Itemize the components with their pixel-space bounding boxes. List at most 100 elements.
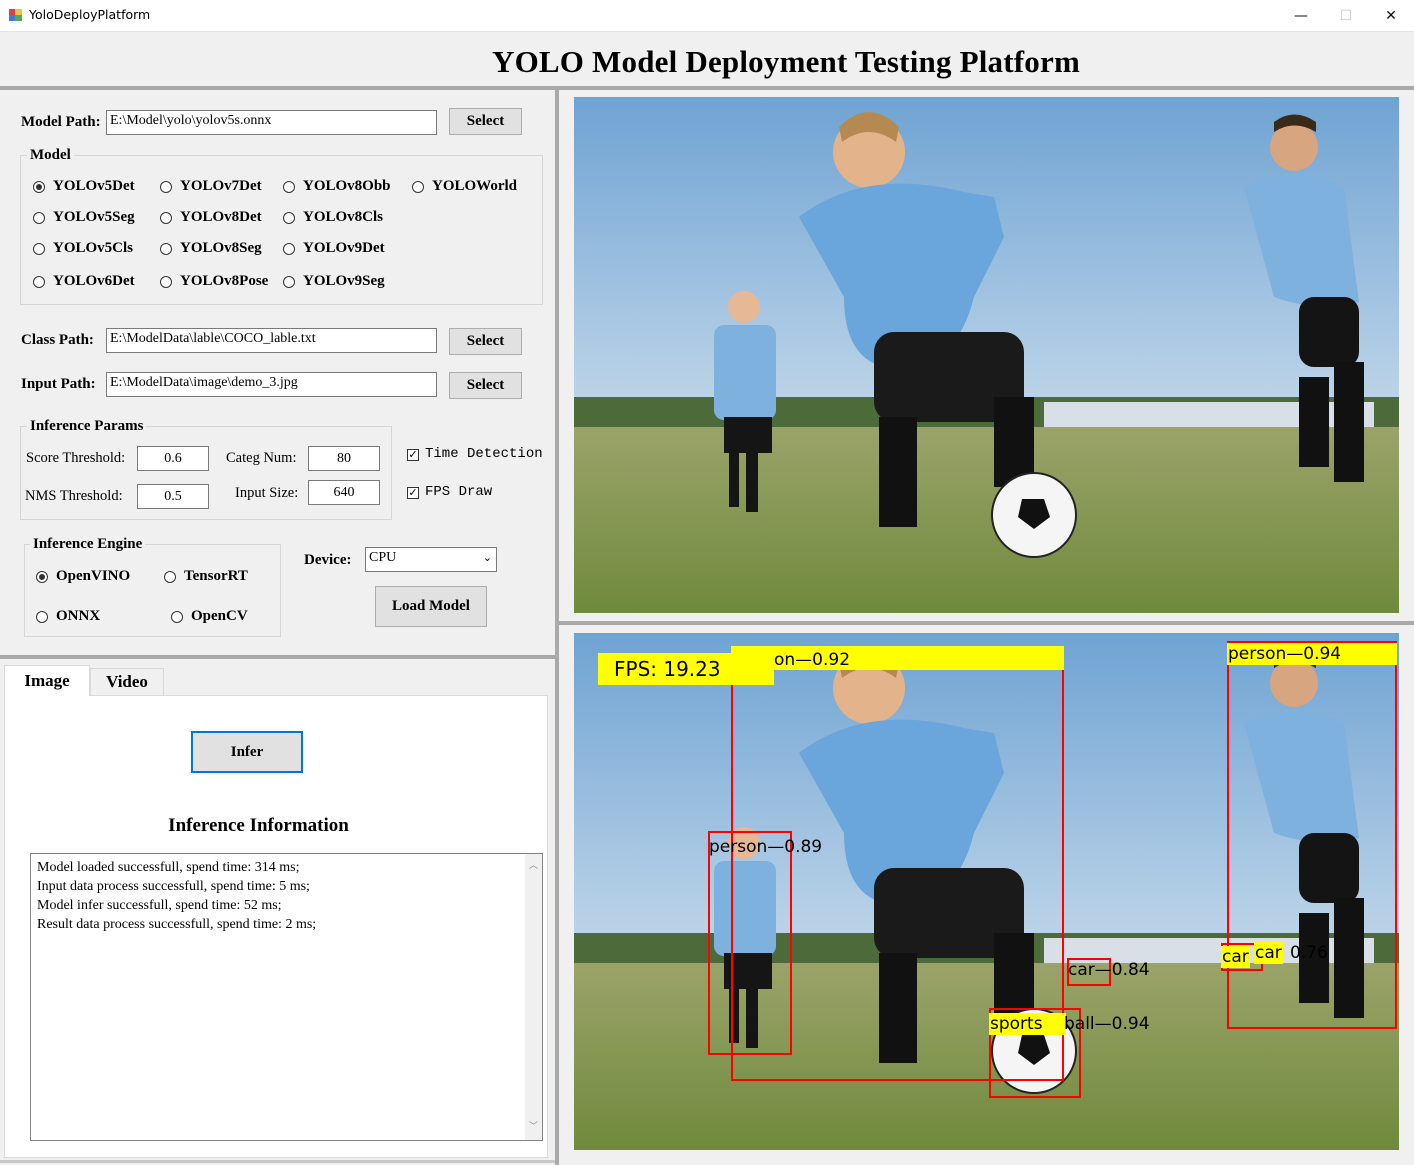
detection-label-sports: sports	[989, 1013, 1066, 1035]
time-detection-label: Time Detection	[425, 446, 543, 462]
engine-radio-label-onnx[interactable]: ONNX	[56, 608, 100, 625]
radio-yoloworld[interactable]	[412, 181, 424, 193]
engine-radio-opencv[interactable]	[171, 611, 183, 623]
log-line: Result data process successfull, spend t…	[37, 917, 317, 932]
detection-label-car-1: car—0.84	[1068, 960, 1150, 980]
input-path-input[interactable]: E:\ModelData\image\demo_3.jpg	[106, 372, 437, 397]
nms-threshold-input[interactable]: 0.5	[137, 484, 209, 509]
model-path-label: Model Path:	[21, 114, 101, 130]
window-title: YoloDeployPlatform	[29, 7, 151, 22]
radio-yolov9seg[interactable]	[283, 276, 295, 288]
fps-draw-label: FPS Draw	[425, 484, 493, 500]
radio-label-yolov9det[interactable]: YOLOv9Det	[303, 240, 385, 257]
load-model-button[interactable]: Load Model	[375, 586, 487, 627]
maximize-button[interactable]: ☐	[1323, 0, 1369, 31]
input-size-label: Input Size:	[235, 485, 299, 501]
radio-label-yolov5det[interactable]: YOLOv5Det	[53, 178, 135, 195]
minimize-button[interactable]: —	[1278, 0, 1324, 31]
model-path-input[interactable]: E:\Model\yolo\yolov5s.onnx	[106, 110, 437, 135]
radio-yolov8pose[interactable]	[160, 276, 172, 288]
nms-threshold-label: NMS Threshold:	[25, 488, 123, 504]
radio-yolov7det[interactable]	[160, 181, 172, 193]
bottom-edge	[0, 1160, 555, 1163]
scroll-up-icon[interactable]: ︿	[529, 857, 538, 876]
detection-label-car-2: car	[1221, 946, 1250, 968]
model-path-select-button[interactable]: Select	[449, 108, 522, 135]
engine-radio-label-openvino[interactable]: OpenVINO	[56, 568, 130, 585]
class-path-select-button[interactable]: Select	[449, 328, 522, 355]
radio-label-yolov8obb[interactable]: YOLOv8Obb	[303, 178, 391, 195]
radio-label-yolov8seg[interactable]: YOLOv8Seg	[180, 240, 262, 257]
inference-engine-title: Inference Engine	[30, 536, 146, 553]
tab-video[interactable]: Video	[90, 668, 164, 695]
left-splitter[interactable]	[0, 655, 555, 659]
inference-info-title: Inference Information	[168, 815, 349, 836]
window-title-bar: YoloDeployPlatform — ☐ ✕	[0, 0, 1414, 32]
input-path-label: Input Path:	[21, 376, 96, 392]
engine-radio-label-opencv[interactable]: OpenCV	[191, 608, 248, 625]
log-line: Model infer successfull, spend time: 52 …	[37, 898, 282, 913]
fps-draw-checkbox[interactable]: ✓	[407, 487, 419, 499]
radio-label-yolov6det[interactable]: YOLOv6Det	[53, 273, 135, 290]
log-scrollbar[interactable]: ︿ ﹀	[525, 854, 542, 1140]
radio-label-yolov5cls[interactable]: YOLOv5Cls	[53, 240, 133, 257]
radio-yolov8obb[interactable]	[283, 181, 295, 193]
engine-radio-onnx[interactable]	[36, 611, 48, 623]
detection-box-person-3	[708, 831, 792, 1055]
inference-log[interactable]: Model loaded successfull, spend time: 31…	[30, 853, 543, 1141]
log-line: Model loaded successfull, spend time: 31…	[37, 860, 300, 875]
detection-label-car-score: 0.76	[1290, 943, 1328, 963]
radio-yolov8det[interactable]	[160, 212, 172, 224]
score-threshold-label: Score Threshold:	[26, 450, 126, 466]
input-path-select-button[interactable]: Select	[449, 372, 522, 399]
device-select[interactable]: CPU ⌄	[365, 547, 497, 572]
engine-radio-label-tensorrt[interactable]: TensorRT	[184, 568, 248, 585]
page-title: YOLO Model Deployment Testing Platform	[492, 44, 1080, 79]
infer-button[interactable]: Infer	[191, 731, 303, 773]
detection-label-ball: ball—0.94	[1064, 1014, 1150, 1034]
inference-params-title: Inference Params	[27, 418, 147, 435]
model-group-title: Model	[27, 147, 74, 164]
radio-label-yolov8pose[interactable]: YOLOv8Pose	[180, 273, 268, 290]
radio-label-yolov5seg[interactable]: YOLOv5Seg	[53, 209, 135, 226]
scroll-down-icon[interactable]: ﹀	[529, 1118, 538, 1137]
detection-label-person-2: person—0.94	[1227, 643, 1397, 665]
radio-yolov5det[interactable]	[33, 181, 45, 193]
header-divider	[0, 86, 1414, 90]
radio-label-yolov8det[interactable]: YOLOv8Det	[180, 209, 262, 226]
device-value: CPU	[369, 550, 397, 565]
score-threshold-input[interactable]: 0.6	[137, 446, 209, 471]
radio-yolov5cls[interactable]	[33, 243, 45, 255]
detection-label-on: on—0.92	[774, 650, 851, 670]
radio-label-yolov7det[interactable]: YOLOv7Det	[180, 178, 262, 195]
vertical-splitter[interactable]	[555, 90, 559, 1165]
input-image-graphic	[574, 97, 1399, 613]
input-image	[574, 97, 1399, 613]
radio-yolov8cls[interactable]	[283, 212, 295, 224]
class-path-label: Class Path:	[21, 332, 94, 348]
log-lines: Model loaded successfull, spend time: 31…	[37, 858, 316, 934]
radio-yolov5seg[interactable]	[33, 212, 45, 224]
detection-label-car-3: car	[1254, 942, 1283, 964]
radio-label-yoloworld[interactable]: YOLOWorld	[432, 178, 517, 195]
categ-num-input[interactable]: 80	[308, 446, 380, 471]
close-button[interactable]: ✕	[1368, 0, 1414, 31]
class-path-input[interactable]: E:\ModelData\lable\COCO_lable.txt	[106, 328, 437, 353]
radio-label-yolov9seg[interactable]: YOLOv9Seg	[303, 273, 385, 290]
engine-radio-openvino[interactable]	[36, 571, 48, 583]
input-size-input[interactable]: 640	[308, 480, 380, 505]
detection-label-person-3: person—0.89	[709, 837, 823, 857]
engine-radio-tensorrt[interactable]	[164, 571, 176, 583]
tab-image[interactable]: Image	[4, 665, 90, 696]
right-splitter[interactable]	[559, 621, 1414, 625]
app-icon	[9, 9, 22, 21]
fps-label: FPS: 19.23	[598, 653, 774, 685]
result-image: on—0.92 FPS: 19.23 person—0.94 person—0.…	[574, 633, 1399, 1150]
radio-yolov8seg[interactable]	[160, 243, 172, 255]
radio-label-yolov8cls[interactable]: YOLOv8Cls	[303, 209, 383, 226]
radio-yolov6det[interactable]	[33, 276, 45, 288]
time-detection-checkbox[interactable]: ✓	[407, 449, 419, 461]
radio-yolov9det[interactable]	[283, 243, 295, 255]
chevron-down-icon: ⌄	[482, 551, 492, 564]
log-line: Input data process successfull, spend ti…	[37, 879, 310, 894]
